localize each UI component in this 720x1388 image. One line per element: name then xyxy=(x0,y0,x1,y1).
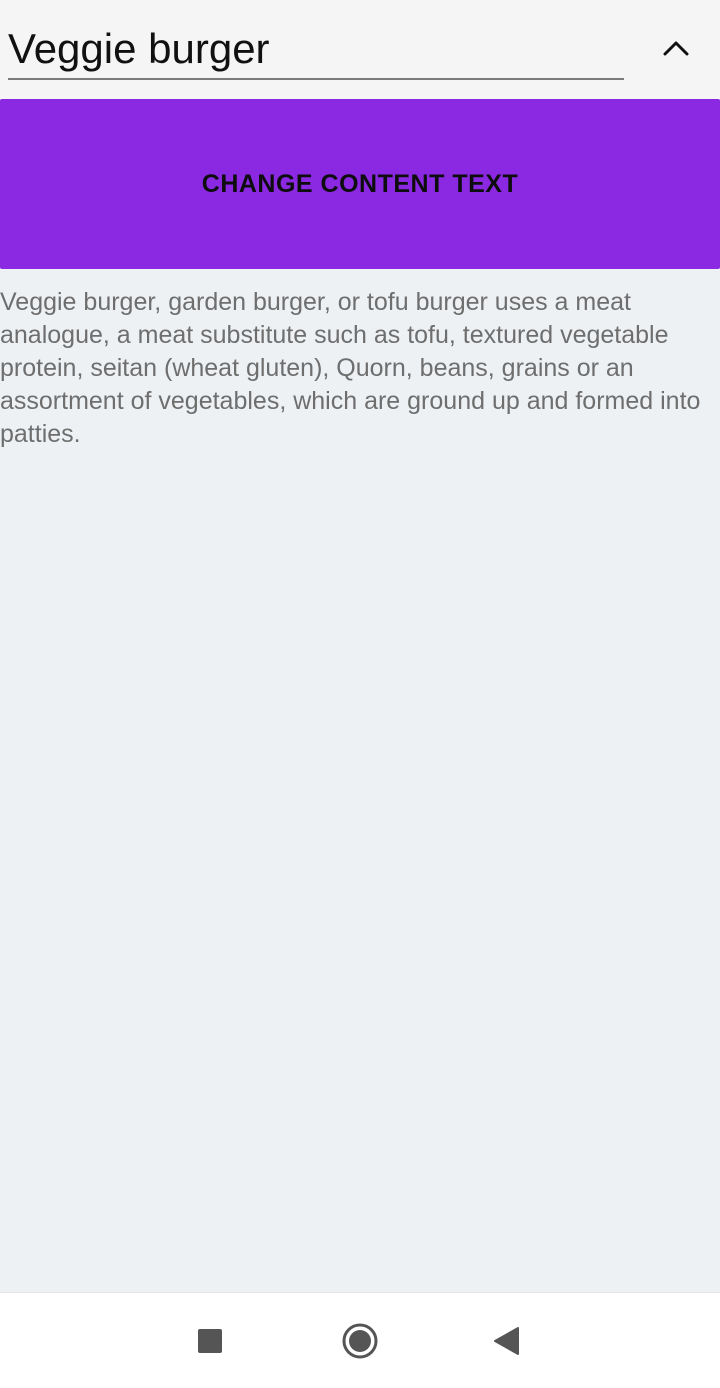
app-header: Veggie burger xyxy=(0,0,720,99)
chevron-up-icon xyxy=(663,41,689,56)
navigation-bar xyxy=(0,1292,720,1388)
change-content-text-label: CHANGE CONTENT TEXT xyxy=(201,169,519,198)
square-icon xyxy=(198,1329,222,1353)
change-content-text-button[interactable]: CHANGE CONTENT TEXT xyxy=(0,99,720,269)
back-button[interactable] xyxy=(478,1313,534,1369)
content-text: Veggie burger, garden burger, or tofu bu… xyxy=(0,288,701,448)
collapse-button[interactable] xyxy=(650,22,702,74)
recent-apps-button[interactable] xyxy=(182,1313,238,1369)
triangle-back-icon xyxy=(494,1327,519,1355)
circle-icon xyxy=(342,1323,378,1359)
home-button[interactable] xyxy=(332,1313,388,1369)
title-field[interactable]: Veggie burger xyxy=(8,18,624,80)
title-text: Veggie burger xyxy=(8,25,270,72)
